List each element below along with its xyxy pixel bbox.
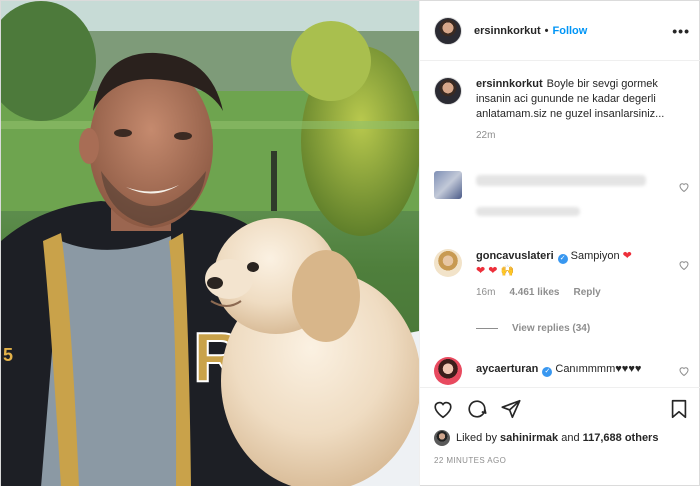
comment-text: goncavuslateri ✓ Sampiyon ❤ [476,249,676,264]
caption-meta: 22m [476,130,676,141]
svg-text:5: 5 [3,345,13,365]
post-photo[interactable]: R 5 [1,1,419,486]
comment-heart-icon[interactable] [678,365,690,377]
post-actions: Liked by sahinirmak and 117,688 others 2… [420,387,700,486]
comments-list[interactable]: ersinnkorkut Boyle bir sevgi gormek insan… [420,61,700,387]
verified-icon: ✓ [557,254,568,264]
verified-icon: ✓ [542,367,553,377]
view-replies-button[interactable]: View replies (34) [476,323,590,334]
instagram-post: R 5 ersinnkorkut • Follow ••• ersinnkork… [0,0,700,486]
comment-icon[interactable] [466,398,488,420]
comment-heart-icon[interactable] [678,259,690,271]
comment-likes[interactable]: 4.461 likes [509,287,559,298]
comment-username[interactable]: goncavuslateri [476,250,554,262]
liker-avatar[interactable] [434,430,450,446]
liked-by: Liked by sahinirmak and 117,688 others [434,430,658,446]
comment-body: Sampiyon [570,250,620,262]
red-heart-emoji: ❤ [622,250,632,262]
comment-emoji-line: ❤ ❤ 🙌 [476,265,515,277]
liked-by-prefix: Liked by [456,432,497,444]
view-replies-label: View replies (34) [512,323,591,334]
blurred-meta [476,207,580,216]
author-username[interactable]: ersinnkorkut [474,25,541,37]
likes-count[interactable]: 117,688 others [583,432,659,444]
bookmark-icon[interactable] [668,398,690,420]
follow-button[interactable]: Follow [553,25,588,37]
blurred-text [476,175,646,186]
caption-time[interactable]: 22m [476,130,495,141]
comment-text: aycaerturan ✓ Canımmmm♥♥♥♥ [476,357,641,385]
separator-dot: • [544,24,549,37]
post-header: ersinnkorkut • Follow ••• [420,1,700,61]
comment-heart-icon[interactable] [678,181,690,193]
share-icon[interactable] [500,398,522,420]
photo-illustration: R 5 [1,1,419,486]
replies-divider [476,328,498,329]
caption-avatar[interactable] [434,77,462,105]
caption-text: ersinnkorkut Boyle bir sevgi gormek insan… [476,77,676,122]
caption: ersinnkorkut Boyle bir sevgi gormek insan… [434,77,690,141]
comment-goncavuslateri: goncavuslateri ✓ Sampiyon ❤ ❤ ❤ 🙌 16m 4.46… [434,249,690,298]
blurred-comment [434,171,690,216]
heart-icon[interactable] [432,398,454,420]
comment-avatar[interactable] [434,249,462,277]
comment-body: Canımmmm♥♥♥♥ [555,363,642,375]
post-side-panel: ersinnkorkut • Follow ••• ersinnkorkut Bo… [419,1,700,486]
comment-aycaerturan: aycaerturan ✓ Canımmmm♥♥♥♥ [434,357,690,385]
post-timestamp[interactable]: 22 MINUTES AGO [434,456,506,465]
author-avatar[interactable] [434,16,462,45]
comment-time[interactable]: 16m [476,287,495,298]
more-icon[interactable]: ••• [672,23,690,39]
comment-username[interactable]: aycaerturan [476,363,538,375]
comment-meta: 16m 4.461 likes Reply [476,287,676,298]
reply-button[interactable]: Reply [574,287,601,298]
comment-avatar[interactable] [434,357,462,385]
liked-by-conj: and [561,432,580,444]
blurred-avatar [434,171,462,199]
caption-username[interactable]: ersinnkorkut [476,78,543,90]
liker-username[interactable]: sahinirmak [500,432,558,444]
